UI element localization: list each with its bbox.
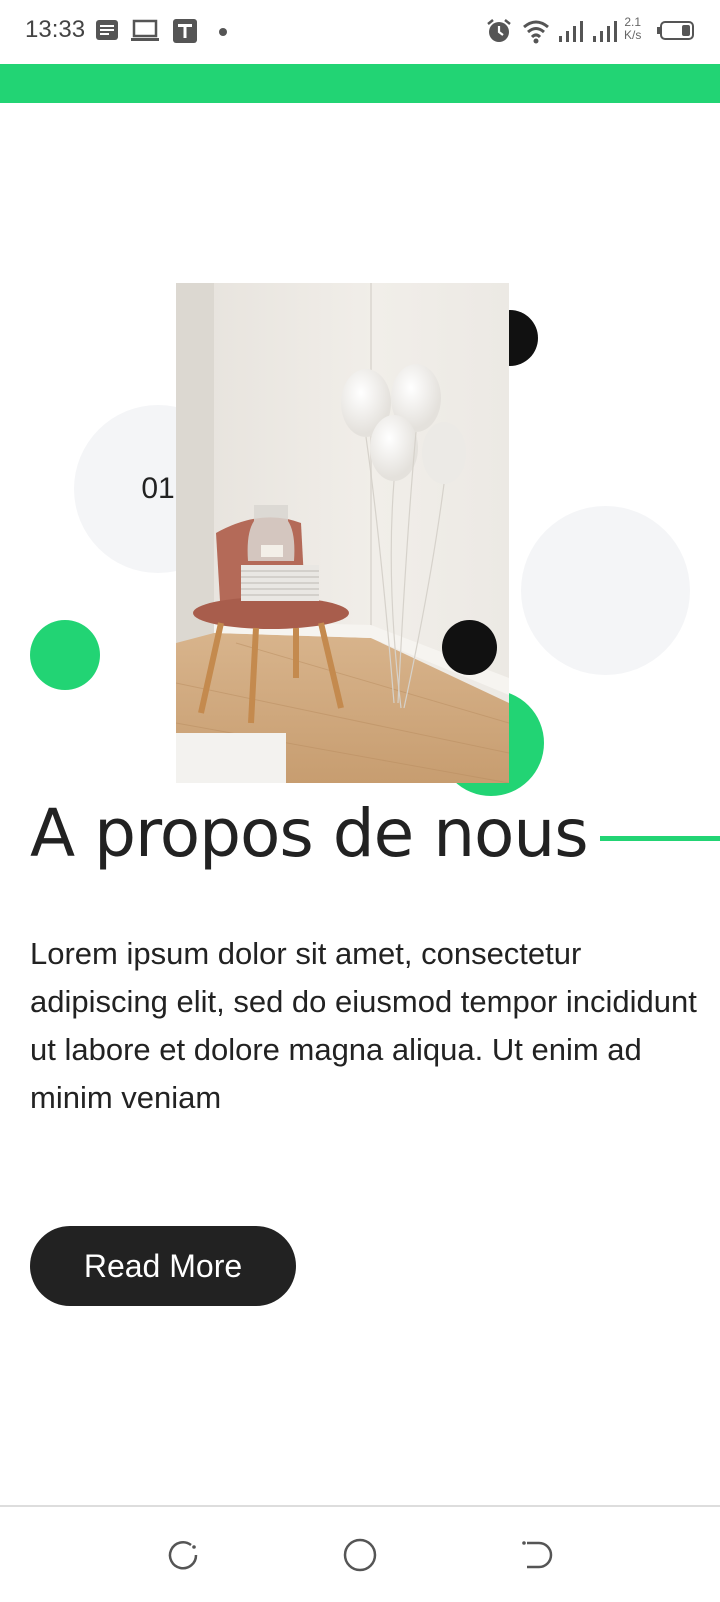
page-title: A propos de nous: [30, 795, 589, 872]
status-time: 13:33: [25, 16, 86, 43]
battery-icon: [657, 21, 694, 40]
laptop-icon: [131, 19, 159, 41]
heading-underline: [600, 836, 720, 841]
number-badge: 01: [141, 472, 175, 505]
signal-icon: [593, 21, 617, 42]
decor-circle-green-left: [30, 620, 100, 690]
wifi-icon: [523, 20, 549, 44]
back-icon[interactable]: [515, 1535, 555, 1575]
read-more-button[interactable]: Read More: [30, 1226, 296, 1306]
net-speed-unit: K/s: [624, 28, 642, 42]
system-nav-bar: [0, 1505, 720, 1602]
notes-icon: [96, 20, 118, 40]
home-icon[interactable]: [340, 1535, 380, 1575]
dot-icon: [219, 28, 227, 36]
decor-circle-light-right: [521, 506, 690, 675]
t-app-icon: [173, 19, 197, 43]
alarm-icon: [487, 19, 511, 42]
decor-circle-black-bottom: [442, 620, 497, 675]
about-paragraph: Lorem ipsum dolor sit amet, consectetur …: [30, 936, 697, 1115]
header-bar: [0, 64, 720, 103]
status-bar: 13:33 2.1 K/s: [0, 0, 720, 64]
signal-icon: [559, 21, 583, 42]
recents-icon[interactable]: [163, 1535, 203, 1575]
net-speed: 2.1 K/s: [624, 16, 641, 42]
